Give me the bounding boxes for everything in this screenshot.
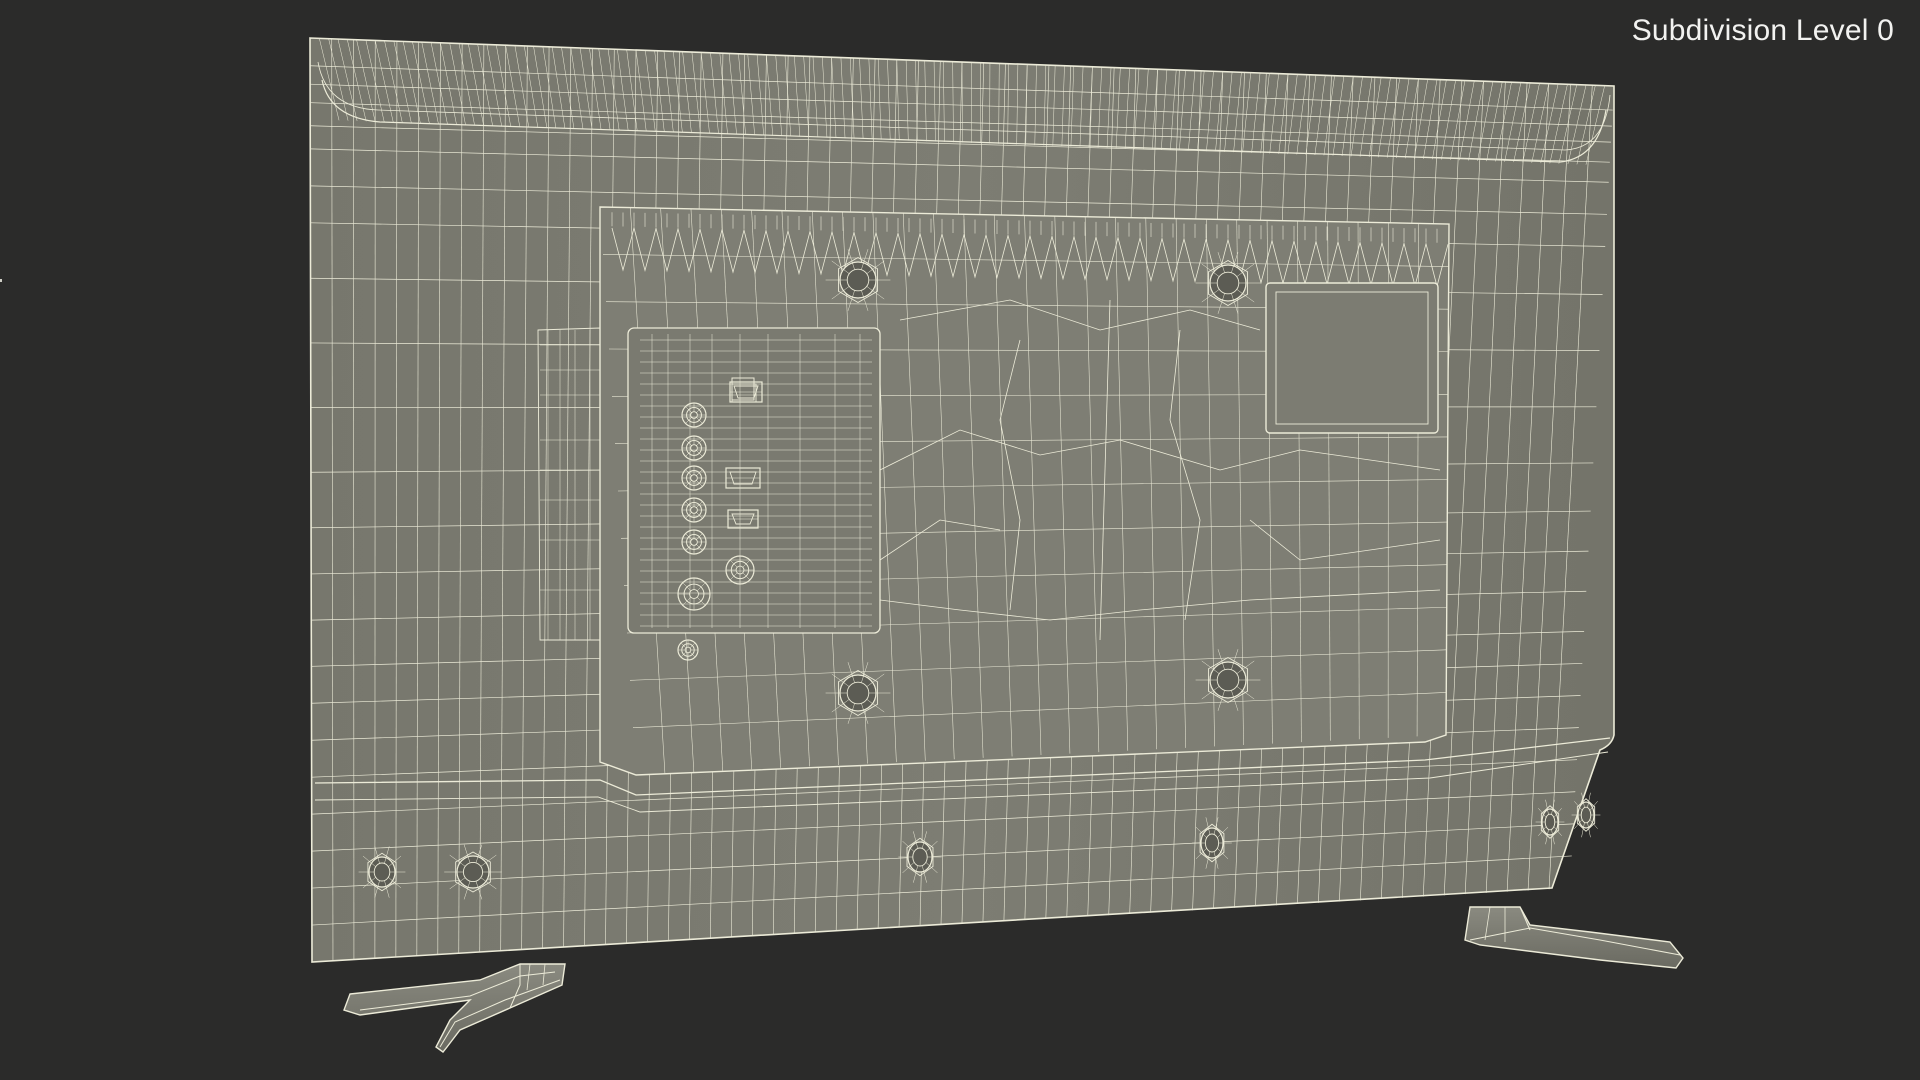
label-plate bbox=[1265, 282, 1439, 434]
io-port-bay bbox=[627, 327, 881, 634]
tv-back-wireframe-model bbox=[309, 37, 1684, 1053]
left-stand bbox=[343, 963, 566, 1053]
3d-viewport[interactable]: Subdivision Level 0 bbox=[0, 0, 1920, 1080]
subdivision-level-label: Subdivision Level 0 bbox=[1631, 14, 1894, 47]
right-stand bbox=[1464, 906, 1684, 969]
